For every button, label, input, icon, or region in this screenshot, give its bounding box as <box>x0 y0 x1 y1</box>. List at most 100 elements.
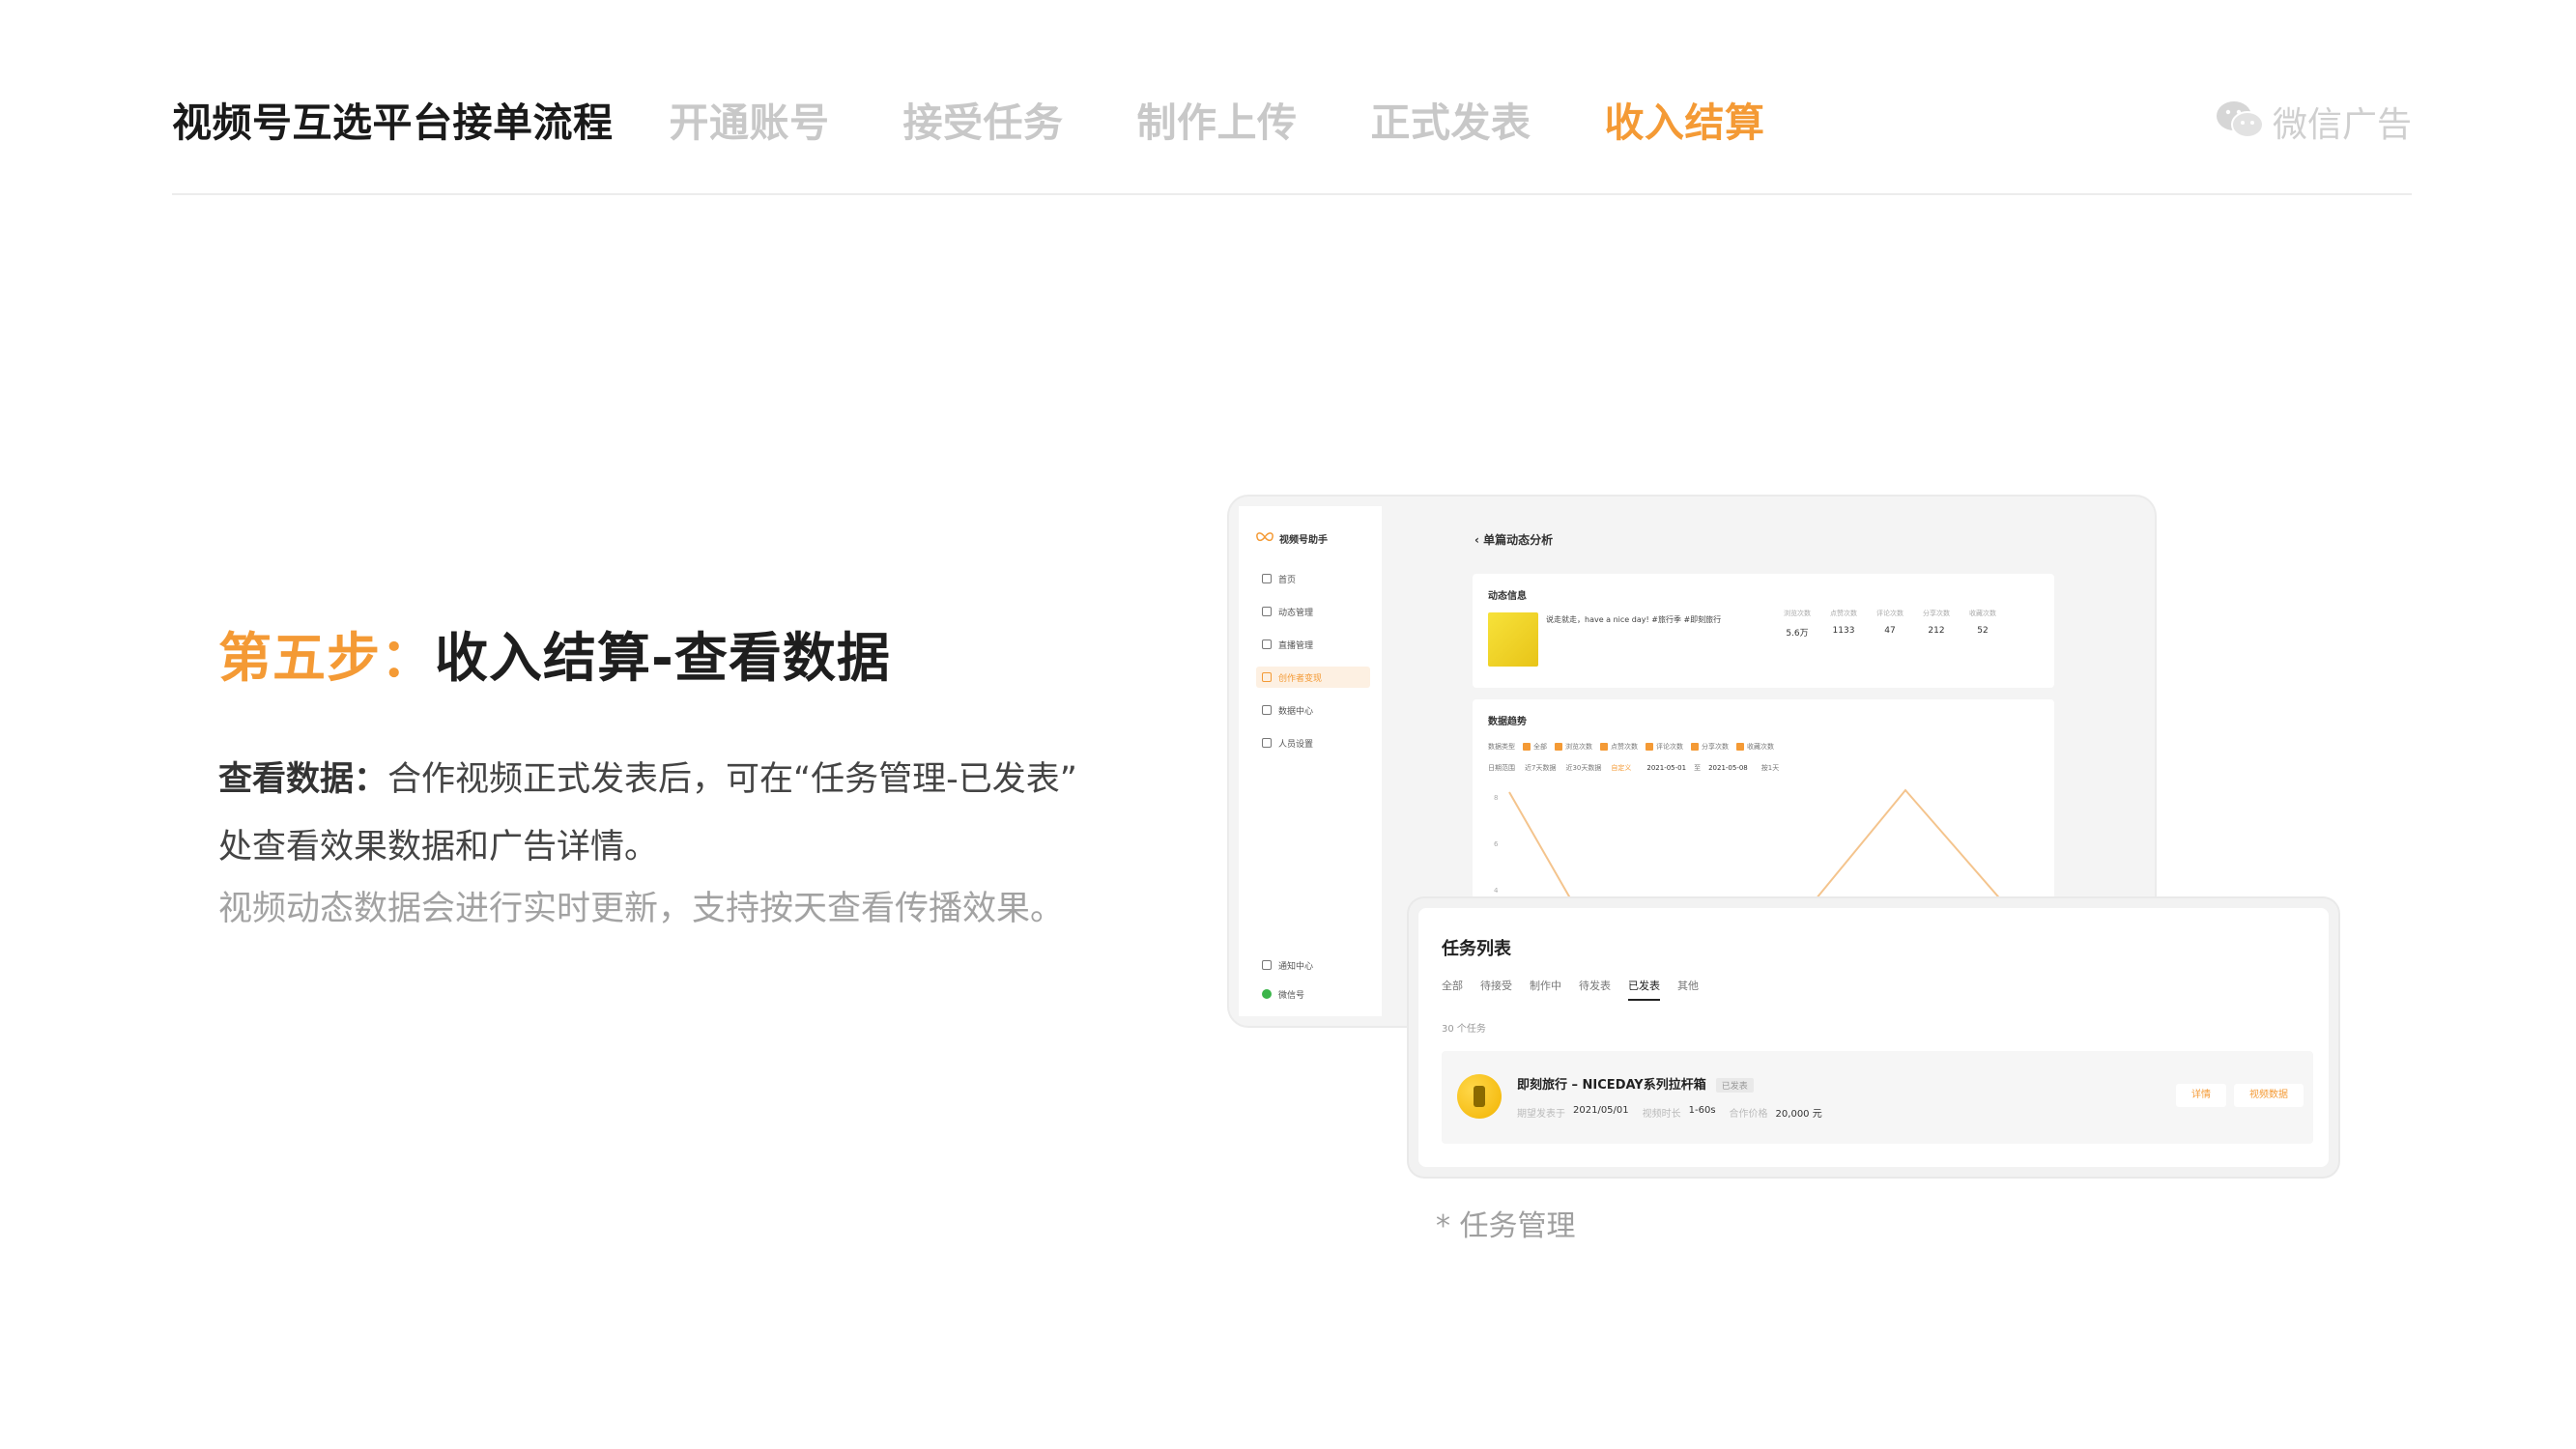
checkbox-icon[interactable] <box>1736 743 1744 751</box>
y-tick: 4 <box>1494 887 1499 895</box>
task-name-text: 即刻旅行 – NICEDAY系列拉杆箱 <box>1517 1078 1706 1093</box>
description-sub: 视频动态数据会进行实时更新，支持按天查看传播效果。 <box>218 890 1065 928</box>
step-heading-prefix: 第五步： <box>218 627 436 689</box>
description-line-1: 查看数据：合作视频正式发表后，可在“任务管理-已发表” <box>218 746 1088 813</box>
task-list-panel: 任务列表 全部 待接受 制作中 待发表 已发表 其他 30 个任务 即刻旅行 –… <box>1418 908 2329 1167</box>
filter-option: 收藏次数 <box>1747 743 1774 751</box>
sidebar-item-creator[interactable]: 创作者变现 <box>1256 667 1370 688</box>
figure-caption: * 任务管理 <box>1436 1209 1576 1243</box>
filter-option: 分享次数 <box>1702 743 1729 751</box>
tab-other[interactable]: 其他 <box>1677 978 1699 1001</box>
brand-logo: 微信广告 <box>2215 97 2412 147</box>
stat-label: 浏览次数 <box>1784 610 1811 617</box>
range-option-7d[interactable]: 近7天数据 <box>1525 763 1556 773</box>
suitcase-icon <box>1457 1074 1502 1119</box>
stat-label: 分享次数 <box>1923 610 1950 617</box>
description-bold-label: 查看数据： <box>218 760 388 799</box>
post-text: 说走就走，have a nice day! #旅行季 #即刻旅行 <box>1546 615 1722 624</box>
butterfly-icon <box>1256 531 1274 546</box>
task-list-title: 任务列表 <box>1442 939 1511 959</box>
tab-pending-accept[interactable]: 待接受 <box>1480 978 1512 1001</box>
checkbox-icon[interactable] <box>1555 743 1562 751</box>
bell-icon <box>1262 960 1272 970</box>
stat-comments: 评论次数 47 <box>1867 609 1913 639</box>
stat-likes: 点赞次数 1133 <box>1820 609 1867 639</box>
stat-value: 5.6万 <box>1786 629 1809 639</box>
sidebar-item-label: 动态管理 <box>1278 608 1314 618</box>
task-meta: 期望发表于 2021/05/01 视频时长 1-60s 合作价格 20,000 元 <box>1517 1105 1836 1120</box>
app-logo: 视频号助手 <box>1256 531 1328 546</box>
sidebar-item-label: 人员设置 <box>1278 739 1314 750</box>
y-tick: 8 <box>1494 794 1498 802</box>
tab-in-production[interactable]: 制作中 <box>1530 978 1561 1001</box>
checkbox-icon[interactable] <box>1646 743 1653 751</box>
sidebar-item-data[interactable]: 数据中心 <box>1256 699 1370 721</box>
wechat-icon <box>2215 99 2265 144</box>
app-sidebar: 视频号助手 首页 动态管理 直播管理 创作者变现 数据中心 人员设置 通知中心 … <box>1239 506 1382 1016</box>
filter-option: 浏览次数 <box>1565 743 1592 751</box>
trend-chart: 8 6 4 <box>1494 788 2011 911</box>
trend-title: 数据趋势 <box>1488 717 1527 727</box>
filter-label: 数据类型 <box>1488 743 1515 751</box>
filter-option: 评论次数 <box>1656 743 1683 751</box>
description-line-2: 处查看效果数据和广告详情。 <box>218 828 659 867</box>
metric-filter-row: 数据类型 全部 浏览次数 点赞次数 评论次数 分享次数 收藏次数 <box>1488 742 1774 752</box>
stat-shares: 分享次数 212 <box>1913 609 1960 639</box>
sidebar-item-label: 直播管理 <box>1278 640 1314 651</box>
task-name: 即刻旅行 – NICEDAY系列拉杆箱 已发表 <box>1517 1074 1754 1093</box>
step-publish[interactable]: 正式发表 <box>1371 90 1531 148</box>
step-heading: 第五步：收入结算-查看数据 <box>218 614 891 692</box>
sidebar-item-account[interactable]: 微信号 <box>1256 983 1370 1005</box>
stat-favorites: 收藏次数 52 <box>1960 609 2006 639</box>
date-from[interactable]: 2021-05-01 <box>1646 764 1686 772</box>
date-separator: 至 <box>1694 764 1702 772</box>
step-nav: 开通账号 接受任务 制作上传 正式发表 收入结算 <box>670 90 1839 148</box>
checkbox-icon[interactable] <box>1691 743 1699 751</box>
checkbox-icon[interactable] <box>1600 743 1608 751</box>
range-granularity[interactable]: 按1天 <box>1761 763 1779 773</box>
task-row[interactable]: 即刻旅行 – NICEDAY系列拉杆箱 已发表 期望发表于 2021/05/01 视… <box>1442 1051 2313 1144</box>
meta-value: 2021/05/01 <box>1573 1105 1629 1116</box>
tab-all[interactable]: 全部 <box>1442 978 1463 1001</box>
meta-label: 合作价格 <box>1729 1109 1768 1120</box>
stat-value: 212 <box>1928 626 1945 636</box>
range-option-custom[interactable]: 自定义 <box>1611 763 1631 773</box>
brand-text: 微信广告 <box>2272 105 2412 145</box>
trend-line <box>1508 788 2011 911</box>
chevron-left-icon[interactable]: ‹ <box>1474 533 1483 547</box>
detail-button[interactable]: 详情 <box>2176 1084 2226 1107</box>
people-icon <box>1262 738 1272 748</box>
step-open-account[interactable]: 开通账号 <box>670 90 830 148</box>
camera-icon <box>1262 607 1272 616</box>
tab-published[interactable]: 已发表 <box>1628 978 1660 1001</box>
stat-label: 点赞次数 <box>1830 610 1857 617</box>
filter-option: 全部 <box>1533 743 1547 751</box>
sidebar-item-people[interactable]: 人员设置 <box>1256 732 1370 753</box>
date-to[interactable]: 2021-05-08 <box>1708 764 1748 772</box>
sidebar-item-live[interactable]: 直播管理 <box>1256 634 1370 655</box>
post-stats: 浏览次数 5.6万 点赞次数 1133 评论次数 47 分享次数 212 收藏次数 52 <box>1774 609 2006 639</box>
sidebar-item-home[interactable]: 首页 <box>1256 568 1370 589</box>
step-settlement[interactable]: 收入结算 <box>1605 90 1765 148</box>
task-tabs: 全部 待接受 制作中 待发表 已发表 其他 <box>1442 978 1716 1001</box>
user-icon <box>1262 672 1272 682</box>
post-info-title: 动态信息 <box>1488 591 1527 602</box>
status-badge: 已发表 <box>1715 1078 1754 1093</box>
range-option-30d[interactable]: 近30天数据 <box>1565 763 1601 773</box>
meta-label: 期望发表于 <box>1517 1109 1565 1120</box>
post-thumbnail <box>1488 612 1538 667</box>
tab-pending-publish[interactable]: 待发表 <box>1579 978 1611 1001</box>
step-accept-task[interactable]: 接受任务 <box>903 90 1064 148</box>
account-icon <box>1262 989 1272 999</box>
filter-option: 点赞次数 <box>1611 743 1638 751</box>
page-title: 视频号互选平台接单流程 <box>172 99 614 146</box>
sidebar-item-notifications[interactable]: 通知中心 <box>1256 954 1370 976</box>
video-data-button[interactable]: 视频数据 <box>2234 1084 2304 1107</box>
analytics-title: ‹ 单篇动态分析 <box>1474 531 1553 548</box>
meta-value: 20,000 元 <box>1775 1109 1822 1120</box>
analytics-title-text: 单篇动态分析 <box>1483 533 1554 547</box>
step-produce-upload[interactable]: 制作上传 <box>1137 90 1298 148</box>
stat-value: 47 <box>1884 626 1896 636</box>
checkbox-icon[interactable] <box>1523 743 1531 751</box>
sidebar-item-posts[interactable]: 动态管理 <box>1256 601 1370 622</box>
